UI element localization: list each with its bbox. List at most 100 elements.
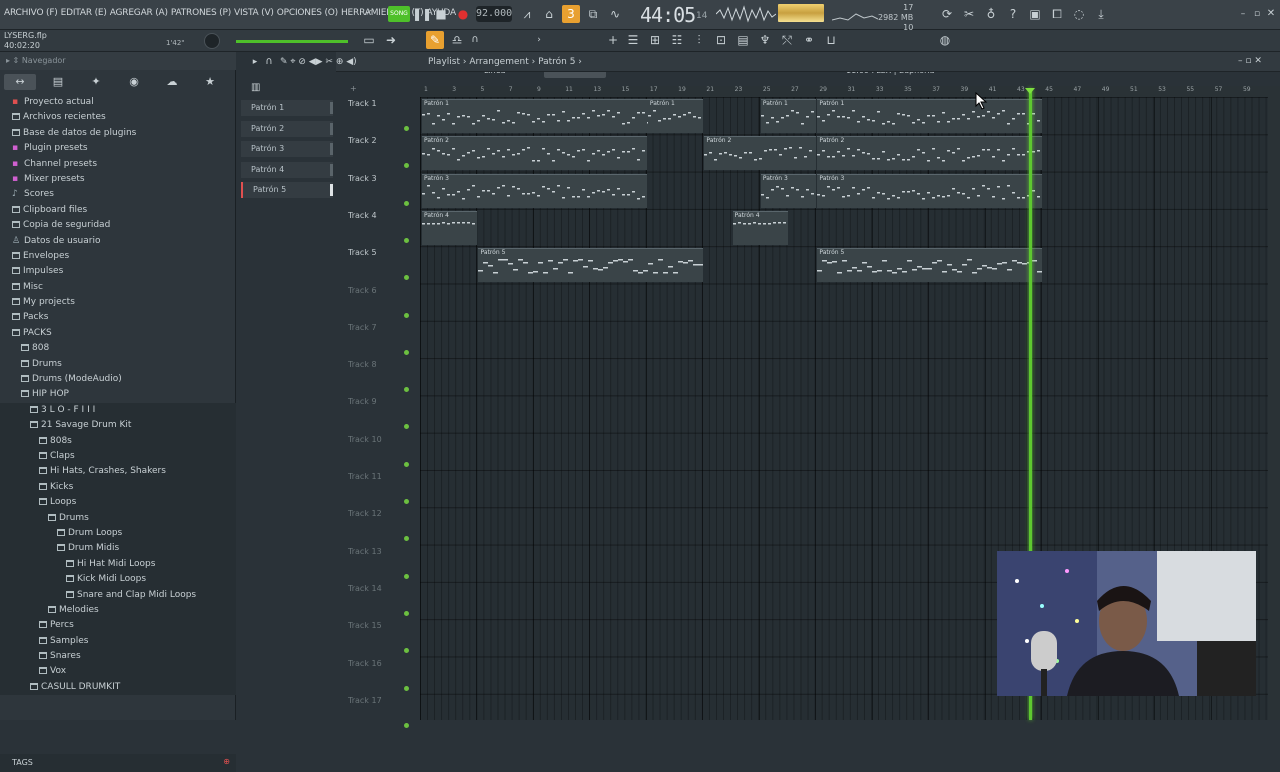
track-header[interactable]: Track 2 — [346, 134, 416, 171]
starred-tab[interactable]: ★ — [194, 74, 226, 90]
pattern-clip[interactable]: Patrón 4 — [422, 210, 478, 245]
add-pattern-icon[interactable]: + — [604, 31, 622, 49]
track-mute-led[interactable] — [404, 499, 409, 504]
track-mute-led[interactable] — [404, 126, 409, 131]
browser-item[interactable]: Samples — [0, 633, 236, 650]
pattern-clip[interactable]: Patrón 2 — [422, 136, 647, 171]
track-header[interactable]: Track 3 — [346, 172, 416, 209]
track-mute-led[interactable] — [404, 722, 409, 728]
browser-item[interactable]: ▪ Proyecto actual — [0, 95, 236, 110]
track-header[interactable]: Track 1 — [346, 97, 416, 134]
plugin-picker-icon[interactable]: ◍ — [936, 31, 954, 49]
browser-item[interactable]: Misc — [0, 280, 236, 295]
browser-item[interactable]: CASULL DRUMKIT — [0, 679, 236, 696]
plugins-tab[interactable]: ✦ — [80, 74, 112, 90]
track-header[interactable]: Track 15 — [346, 619, 416, 656]
track-mute-led[interactable] — [404, 200, 409, 206]
browser-item[interactable]: Kicks — [0, 479, 236, 496]
breadcrumb-playlist[interactable]: Playlist — [428, 57, 460, 67]
record-icon[interactable]: ● — [454, 5, 472, 23]
pattern-clip[interactable]: Patrón 2 — [817, 136, 1043, 171]
plugin-icon[interactable]: ▤ — [734, 31, 752, 49]
track-header[interactable]: Track 6 — [346, 284, 416, 321]
track-header[interactable]: Track 17 — [346, 694, 416, 731]
track-mute-led[interactable] — [404, 387, 409, 393]
play-icon[interactable]: ❚❚ — [412, 5, 432, 23]
track-mute-led[interactable] — [404, 349, 409, 355]
track-header[interactable]: Track 9 — [346, 395, 416, 432]
breadcrumb-arrangement[interactable]: Arrangement — [469, 57, 528, 67]
vertical-scrollbar[interactable] — [1268, 86, 1280, 720]
pattern-item[interactable]: Patrón 1 — [241, 100, 333, 116]
browser-item[interactable]: Hi Hat Midi Loops — [0, 556, 236, 573]
browser-item[interactable]: Packs — [0, 310, 236, 325]
track-header[interactable]: Track 14 — [346, 582, 416, 619]
close-icon[interactable]: ✕ — [1262, 5, 1280, 23]
browser-item[interactable]: ▪ Mixer presets — [0, 172, 236, 187]
help-icon[interactable]: ? — [1004, 5, 1022, 23]
stamp-icon[interactable]: ♎ — [448, 31, 466, 49]
metronome-icon[interactable]: ⩘ — [518, 5, 536, 23]
track-mute-led[interactable] — [404, 610, 409, 616]
countdown-icon[interactable]: 3 — [562, 5, 580, 23]
browser-item[interactable]: Snares — [0, 649, 236, 665]
mixer-view-icon[interactable]: ⫶ — [690, 31, 708, 49]
blend-icon[interactable]: ⧉ — [584, 5, 602, 23]
download-icon[interactable]: ⤓ — [1092, 5, 1110, 23]
pattern-clip[interactable]: Patrón 1 — [817, 99, 1043, 133]
main-volume-slider[interactable] — [236, 40, 348, 43]
browser-item[interactable]: ▪ Channel presets — [0, 157, 236, 172]
pattern-clip[interactable]: Patrón 2 — [704, 136, 817, 171]
channel-rack-icon[interactable]: ☷ — [668, 31, 686, 49]
menu-item[interactable]: OPCIONES (O) — [277, 8, 338, 18]
pattern-scroll-handle[interactable] — [330, 163, 333, 176]
browser-item[interactable]: ▪ Plugin presets — [0, 141, 236, 156]
pattern-list-toggle-icon[interactable]: ▥ — [251, 82, 260, 93]
browser-item[interactable]: Envelopes — [0, 249, 236, 264]
browser-item[interactable]: 808 — [0, 341, 236, 356]
menu-item[interactable]: AGREGAR (A) — [110, 8, 168, 18]
menu-item[interactable]: ARCHIVO (F) — [4, 8, 58, 18]
browser-item[interactable]: Hi Hats, Crashes, Shakers — [0, 464, 236, 480]
track-mute-led[interactable] — [404, 461, 409, 467]
pattern-clip[interactable]: Patrón 3 — [817, 173, 1043, 208]
browser-item[interactable]: Base de datos de plugins — [0, 126, 236, 141]
track-header[interactable]: Track 13 — [346, 545, 416, 582]
browser-item[interactable]: Archivos recientes — [0, 110, 236, 125]
save-icon[interactable]: ▣ — [1026, 5, 1044, 23]
browser-item[interactable]: Claps — [0, 448, 236, 465]
track-mute-led[interactable] — [404, 237, 409, 243]
cart-icon[interactable]: ⊔ — [822, 31, 840, 49]
playlist-icon[interactable]: ☰ — [624, 31, 642, 49]
arrow-right-icon[interactable]: ➜ — [382, 31, 400, 49]
stop-icon[interactable]: ■ — [432, 5, 450, 23]
track-header[interactable]: Track 8 — [346, 358, 416, 395]
track-mute-led[interactable] — [404, 163, 409, 169]
browser-item[interactable]: HIP HOP — [0, 387, 236, 402]
pattern-scroll-handle[interactable] — [330, 184, 333, 196]
pattern-scroll-handle[interactable] — [330, 102, 333, 114]
browser-item[interactable]: Percs — [0, 618, 236, 634]
playhead-marker[interactable] — [1025, 88, 1035, 94]
piano-roll-icon[interactable]: ⊞ — [646, 31, 664, 49]
pattern-item[interactable]: Patrón 4 — [241, 161, 333, 178]
browser-item[interactable]: 3 L O - F I I I — [0, 402, 236, 419]
browser-item[interactable]: 21 Savage Drum Kit — [0, 418, 236, 434]
link-icon[interactable]: ⚭ — [800, 31, 818, 49]
cloud-tab[interactable]: ☁ — [156, 74, 188, 90]
track-mute-led[interactable] — [404, 424, 409, 430]
browser-item[interactable]: PACKS — [0, 326, 236, 341]
song-mode-button[interactable]: SONG — [388, 6, 410, 22]
track-header[interactable]: Track 16 — [346, 657, 416, 694]
menu-item[interactable]: PATRONES (P) — [171, 8, 231, 18]
pattern-mode-icon[interactable]: ▭ — [360, 31, 378, 49]
menu-item[interactable]: EDITAR (E) — [61, 8, 107, 18]
all-tab[interactable]: ↔ — [4, 74, 36, 90]
track-mute-led[interactable] — [404, 685, 409, 691]
menu-item[interactable]: VISTA (V) — [234, 8, 274, 18]
files-tab[interactable]: ▤ — [42, 74, 74, 90]
track-header[interactable]: Track 5 — [346, 246, 416, 283]
track-mute-led[interactable] — [404, 275, 409, 281]
pattern-clip[interactable]: Patrón 1 — [760, 99, 817, 133]
track-header[interactable]: Track 12 — [346, 507, 416, 544]
